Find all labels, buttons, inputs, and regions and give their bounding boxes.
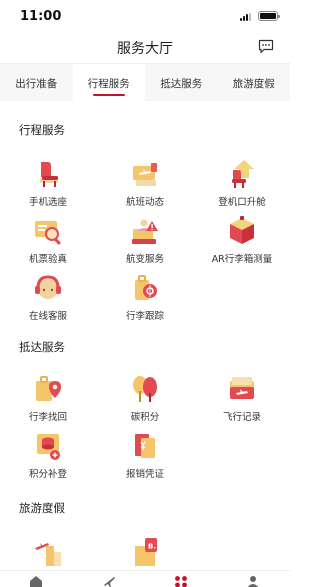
- customer-service-icon: [35, 275, 61, 299]
- ticket-verify-icon: [35, 221, 61, 245]
- service-flight-change[interactable]: 航变服务: [97, 215, 193, 265]
- service-flight-records[interactable]: 飞行记录: [194, 373, 290, 423]
- flight-status-icon: [133, 163, 157, 186]
- service-points-claim[interactable]: 积分补登: [0, 430, 96, 480]
- service-luggage-tracking[interactable]: 行李跟踪: [97, 272, 193, 322]
- service-ticket-verify[interactable]: 机票验真: [0, 215, 96, 265]
- profile-icon[interactable]: [246, 575, 260, 587]
- service-online-support[interactable]: 在线客服: [0, 272, 96, 322]
- service-flight-status[interactable]: 航班动态: [97, 158, 193, 208]
- tab-arrival-service[interactable]: 抵达服务: [145, 64, 218, 101]
- svg-text:B.: B.: [148, 543, 156, 551]
- battery-icon: [258, 11, 280, 21]
- category-tabs: 出行准备 行程服务 抵达服务 旅游度假: [0, 63, 290, 101]
- section-title-vacation: 旅游度假: [19, 501, 65, 515]
- bottom-tab-bar: [0, 570, 290, 587]
- service-gate-upgrade[interactable]: 登机口升舱: [194, 158, 290, 208]
- service-ar-luggage[interactable]: AR行李箱测量: [194, 215, 290, 265]
- carbon-points-icon: [133, 376, 157, 402]
- receipt-icon: [135, 434, 155, 458]
- signal-icon: [240, 13, 254, 21]
- services-grid-icon[interactable]: [174, 575, 188, 587]
- page-title: 服务大厅: [117, 41, 173, 57]
- flight-change-icon: [132, 219, 158, 244]
- tab-travel-prep[interactable]: 出行准备: [0, 64, 73, 101]
- points-claim-icon: [37, 434, 60, 460]
- status-bar: 11:00: [0, 0, 290, 32]
- upgrade-seat-icon: [232, 160, 254, 188]
- plane-icon[interactable]: [102, 575, 116, 587]
- service-reimbursement-voucher[interactable]: 报销凭证: [97, 430, 193, 480]
- status-time: 11:00: [20, 9, 62, 24]
- luggage-track-icon: [135, 275, 157, 300]
- travel-city-icon: [35, 543, 61, 566]
- service-carbon-points[interactable]: 碳积分: [97, 373, 193, 423]
- service-travel-city[interactable]: [0, 534, 96, 566]
- chat-bubble-icon[interactable]: [258, 39, 274, 54]
- ar-luggage-icon: [230, 216, 254, 244]
- service-seat-selection[interactable]: 手机选座: [0, 158, 96, 208]
- service-luggage-recovery[interactable]: 行李找回: [0, 373, 96, 423]
- tab-trip-service[interactable]: 行程服务: [72, 64, 145, 101]
- tab-vacation[interactable]: 旅游度假: [218, 64, 291, 101]
- section-title-arrival-service: 抵达服务: [19, 340, 65, 354]
- home-icon[interactable]: [29, 575, 43, 587]
- section-title-trip-service: 行程服务: [19, 123, 65, 137]
- luggage-recover-icon: [36, 376, 61, 401]
- flight-record-icon: [230, 377, 254, 399]
- seat-icon: [40, 162, 58, 187]
- hotel-icon: B.: [135, 538, 157, 566]
- nav-bar: 服务大厅: [0, 32, 290, 62]
- service-hotel[interactable]: B.: [97, 534, 193, 566]
